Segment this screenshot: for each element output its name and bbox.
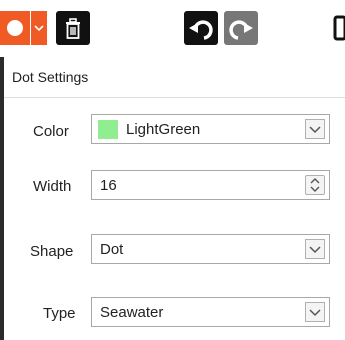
dot-settings-panel: Dot Settings Color LightGreen Width 16 S… (0, 57, 345, 340)
redo-button[interactable] (224, 11, 258, 45)
toolbar-more-button[interactable] (331, 11, 345, 45)
dot-tool-dropdown-button[interactable] (31, 11, 47, 45)
undo-icon (189, 20, 213, 40)
dot-tool-split-button[interactable] (0, 11, 47, 45)
dot-icon (7, 20, 23, 36)
color-select[interactable]: LightGreen (91, 114, 330, 144)
undo-button[interactable] (184, 11, 218, 45)
dot-tool-button[interactable] (0, 11, 30, 45)
toolbar (0, 0, 345, 58)
width-label: Width (33, 178, 72, 195)
color-label: Color (33, 123, 69, 140)
shape-dropdown-button[interactable] (305, 239, 325, 259)
type-label: Type (43, 305, 76, 322)
width-value: 16 (100, 177, 117, 194)
shape-select[interactable]: Dot (91, 234, 330, 264)
shape-label: Shape (30, 243, 74, 260)
type-dropdown-button[interactable] (305, 302, 325, 322)
title-separator (4, 97, 345, 98)
chevron-down-icon (309, 309, 321, 317)
panel-left-border (0, 57, 4, 340)
up-down-arrows-icon (310, 178, 320, 192)
partial-tool-icon (333, 15, 345, 41)
delete-button[interactable] (56, 11, 90, 45)
type-value: Seawater (100, 304, 164, 321)
trash-icon (66, 18, 80, 39)
shape-value: Dot (100, 241, 124, 258)
chevron-down-icon (309, 126, 321, 134)
panel-title: Dot Settings (12, 69, 89, 85)
color-dropdown-button[interactable] (305, 119, 325, 139)
chevron-down-icon (34, 25, 44, 32)
color-value: LightGreen (126, 121, 201, 138)
redo-icon (229, 20, 253, 40)
width-spin-buttons[interactable] (305, 175, 325, 195)
color-swatch (98, 120, 118, 139)
chevron-down-icon (309, 246, 321, 254)
type-select[interactable]: Seawater (91, 297, 330, 327)
width-stepper[interactable]: 16 (91, 170, 330, 200)
